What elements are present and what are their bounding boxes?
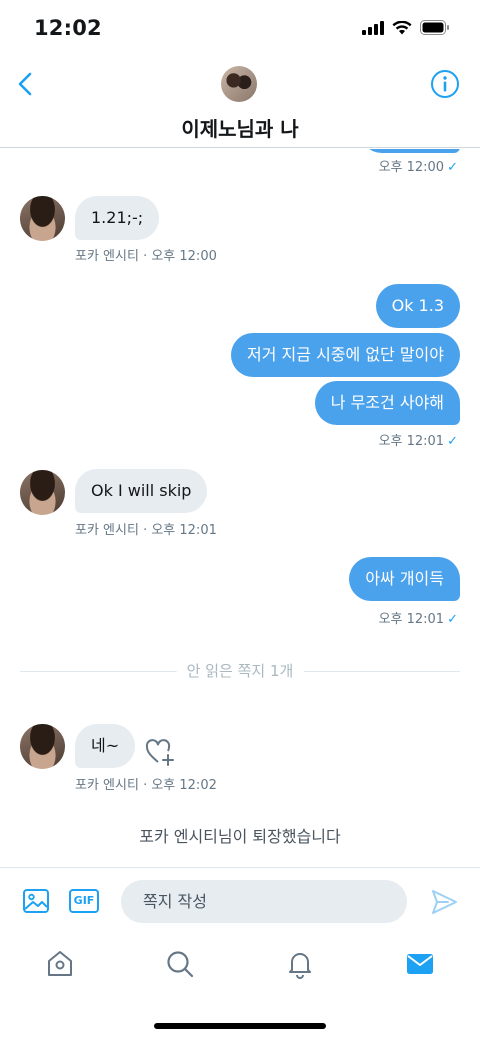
wifi-icon [392,20,412,34]
message-meta: 오후 12:01 ✓ [379,430,458,449]
message-bubble-in[interactable]: 1.21;-; [75,196,160,240]
search-icon[interactable] [165,949,195,979]
message-time: · 오후 12:01 [143,523,217,538]
compose-message-input[interactable] [121,880,407,923]
message-list[interactable]: 오후 12:00 ✓ 1.21;-; 포카 엔시티 · 오후 12:00 Ok 1… [0,149,480,867]
battery-icon [420,20,449,35]
info-icon[interactable] [430,69,460,99]
bottom-tab-bar [0,935,480,995]
message-meta: 포카 엔시티 · 오후 12:00 [75,245,217,264]
message-bubble-in[interactable]: Ok I will skip [75,469,208,513]
conversation-header: 이제노님과 나 [0,58,480,148]
message-meta: 오후 12:01 ✓ [379,608,458,627]
status-time: 12:02 [34,16,102,40]
read-check-icon: ✓ [447,160,458,175]
message-meta: 포카 엔시티 · 오후 12:01 [75,519,217,538]
message-bubble-out[interactable]: Ok 1.3 [375,284,460,328]
read-check-icon: ✓ [447,612,458,627]
send-icon[interactable] [430,888,458,916]
status-icons [362,20,450,35]
home-icon[interactable] [45,949,75,979]
sender-name[interactable]: 포카 엔시티 [75,778,139,793]
message-time: · 오후 12:02 [143,778,217,793]
heart-plus-icon[interactable] [144,737,176,767]
sender-name[interactable]: 포카 엔시티 [75,249,139,264]
status-bar: 12:02 [0,0,480,58]
message-bubble-out[interactable] [360,149,460,153]
chevron-left-icon[interactable] [14,70,38,98]
message-time: 오후 12:00 [378,160,445,175]
sender-avatar[interactable] [20,470,65,515]
conversation-avatar[interactable] [221,66,257,102]
message-bubble-out[interactable]: 나 무조건 사야해 [314,381,460,425]
message-bubble-in[interactable]: 네~ [75,724,136,768]
message-meta: 포카 엔시티 · 오후 12:02 [75,774,217,793]
image-icon[interactable] [22,887,50,915]
signal-icon [362,20,384,35]
bell-icon[interactable] [285,949,315,979]
unread-divider-label: 안 읽은 쪽지 1개 [176,660,304,681]
sender-avatar[interactable] [20,724,65,769]
message-composer: GIF [0,867,480,935]
conversation-title[interactable]: 이제노님과 나 [0,113,480,142]
message-time: · 오후 12:00 [143,249,217,264]
gif-button[interactable]: GIF [69,889,99,913]
message-bubble-out[interactable]: 저거 지금 시중에 없단 말이야 [231,333,460,377]
mail-icon[interactable] [405,949,435,979]
unread-divider: 안 읽은 쪽지 1개 [20,657,460,685]
left-conversation-notice: 포카 엔시티님이 퇴장했습니다 [139,827,341,846]
sender-avatar[interactable] [20,196,65,241]
sender-name[interactable]: 포카 엔시티 [75,523,139,538]
message-bubble-out[interactable]: 아싸 개이득 [349,557,460,601]
message-time: 오후 12:01 [378,434,445,449]
message-meta: 오후 12:00 ✓ [379,156,458,175]
message-time: 오후 12:01 [378,612,445,627]
home-indicator [154,1023,326,1029]
read-check-icon: ✓ [447,434,458,449]
